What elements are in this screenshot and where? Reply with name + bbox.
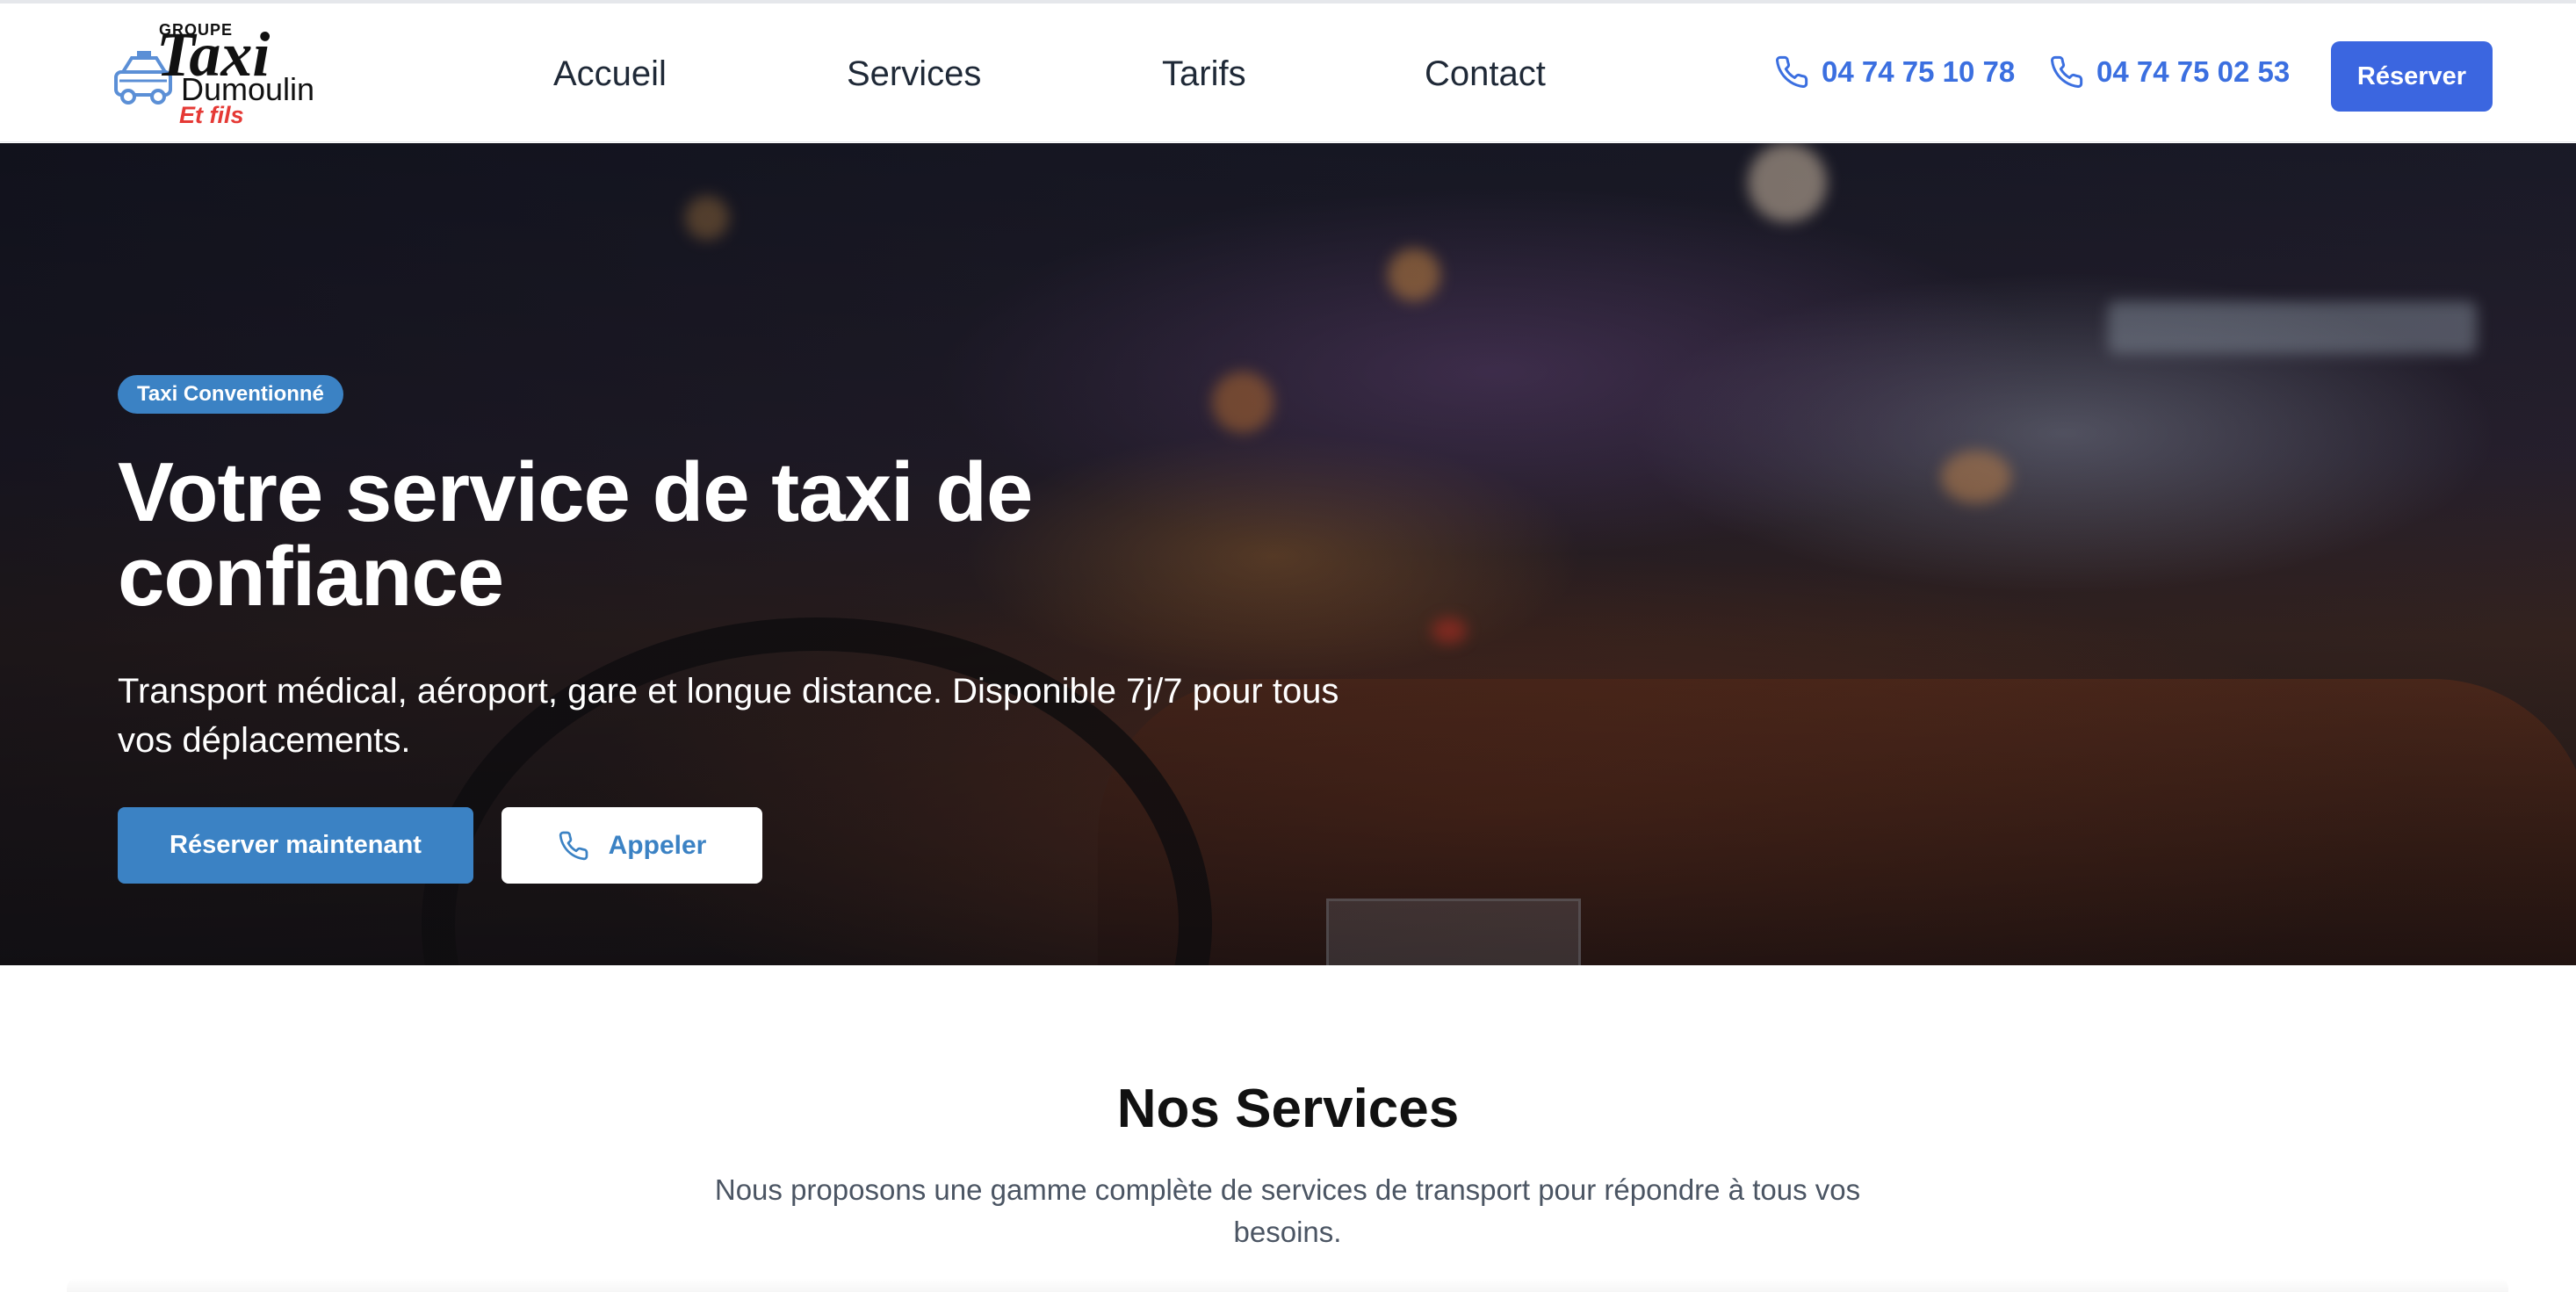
services-description: Nous proposons une gamme complète de ser… (714, 1173, 1861, 1248)
site-header: GROUPE Taxi Dumoulin Et fils Accueil Ser… (0, 0, 2576, 142)
nav-item-services[interactable]: Services (847, 54, 981, 94)
phone-icon (2051, 55, 2083, 88)
logo[interactable]: GROUPE Taxi Dumoulin Et fils (111, 19, 321, 134)
services-title: Nos Services (1116, 1079, 1460, 1139)
hero-badge: Taxi Conventionné (118, 375, 343, 414)
nav-item-tarifs[interactable]: Tarifs (1162, 54, 1246, 94)
reserve-now-button[interactable]: Réserver maintenant (118, 807, 473, 884)
services-section: Nos Services Nous proposons une gamme co… (0, 965, 2576, 1292)
call-button-label: Appeler (608, 830, 707, 860)
logo-dumoulin: Dumoulin (181, 71, 315, 107)
phone-icon (1776, 55, 1808, 88)
hero-title: Votre service de taxi de confiance (118, 445, 1033, 624)
phone-icon (559, 831, 588, 860)
hero-subtitle: Transport médical, aéroport, gare et lon… (118, 672, 1339, 760)
phone-number-2: 04 74 75 02 53 (2096, 55, 2291, 88)
nav-item-contact[interactable]: Contact (1425, 54, 1546, 94)
phone-number-1: 04 74 75 10 78 (1822, 55, 2016, 88)
services-card-edge (67, 1278, 2508, 1292)
logo-et-fils: Et fils (179, 102, 244, 128)
phone-link-2[interactable]: 04 74 75 02 53 (2049, 54, 2290, 90)
phone-link-1[interactable]: 04 74 75 10 78 (1774, 54, 2015, 90)
reserve-button[interactable]: Réserver (2331, 41, 2493, 112)
call-button[interactable]: Appeler (501, 807, 762, 884)
hero-section: Taxi Conventionné Votre service de taxi … (0, 143, 2576, 965)
nav-item-accueil[interactable]: Accueil (553, 54, 667, 94)
